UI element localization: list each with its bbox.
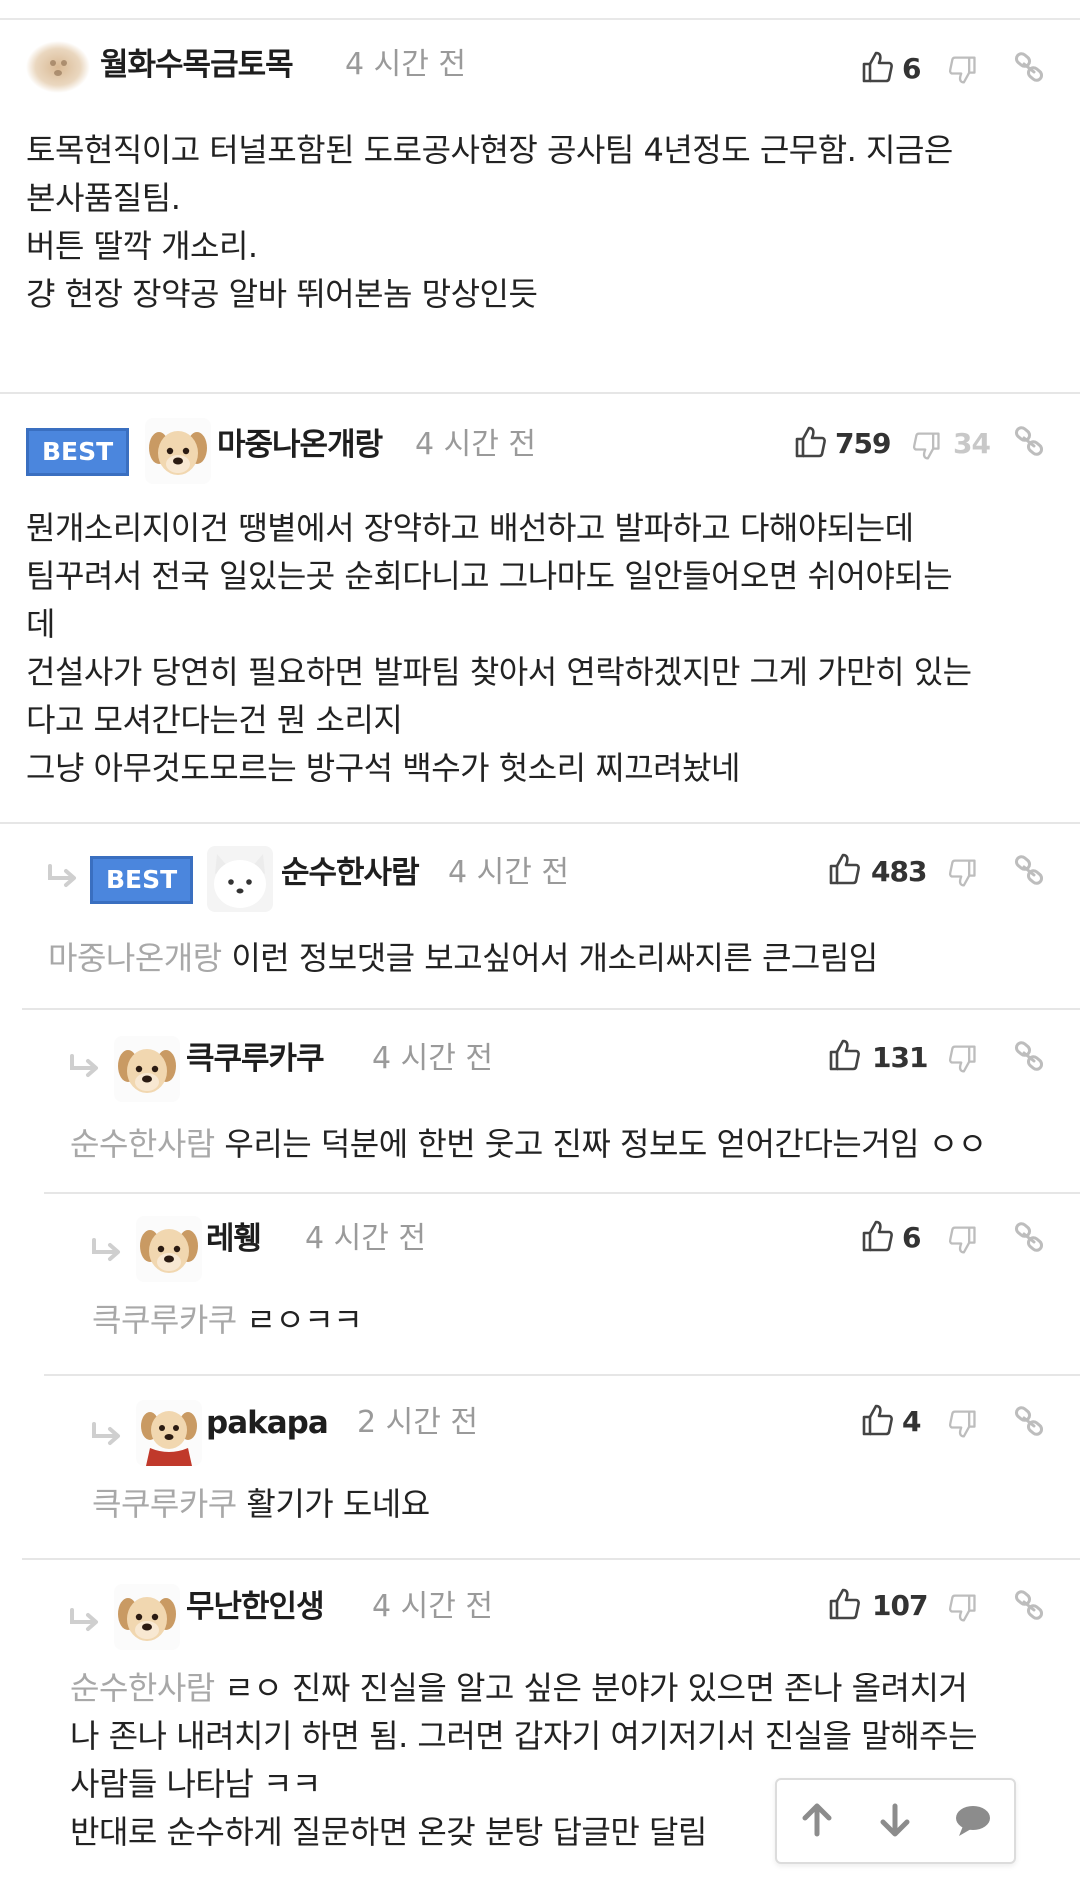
reply-arrow-icon bbox=[90, 1238, 122, 1264]
comment-author[interactable]: 마중나온개랑 bbox=[217, 420, 383, 470]
comment-time: 4 시간 전 bbox=[372, 1041, 493, 1076]
comment-author[interactable]: 순수한사람 bbox=[281, 848, 420, 898]
comment-author[interactable]: 레휑 bbox=[206, 1214, 262, 1264]
upvote-count: 759 bbox=[835, 427, 891, 460]
reply-arrow-icon bbox=[68, 1608, 100, 1634]
comment-author[interactable]: 월화수목금토목 bbox=[100, 40, 294, 90]
avatar[interactable] bbox=[26, 36, 90, 98]
comment-reply: BEST 순수한사람 4 시간 전 483 마중나온개랑 이런 정보댓글 보고싶… bbox=[0, 822, 1080, 1010]
comment-line: 다고 모셔간다는건 뭔 소리지 bbox=[26, 701, 403, 739]
comment-line: 데 bbox=[26, 605, 55, 643]
upvote-count: 107 bbox=[872, 1589, 928, 1622]
avatar[interactable] bbox=[207, 846, 273, 912]
link-icon[interactable] bbox=[1013, 1589, 1045, 1621]
thumbs-down-icon[interactable] bbox=[948, 1044, 978, 1074]
comment-author[interactable]: pakapa bbox=[206, 1398, 329, 1448]
mention[interactable]: 큭쿠루카쿠 bbox=[92, 1301, 237, 1339]
chat-icon[interactable] bbox=[953, 1800, 993, 1840]
mention[interactable]: 순수한사람 bbox=[70, 1669, 215, 1707]
avatar[interactable] bbox=[114, 1036, 180, 1102]
comment-time: 4 시간 전 bbox=[415, 427, 536, 462]
scroll-up-icon[interactable] bbox=[797, 1800, 837, 1840]
upvote-count: 483 bbox=[871, 855, 927, 888]
comment-reply: pakapa 2 시간 전 4 큭쿠루카쿠 활기가 도네요 bbox=[44, 1374, 1080, 1560]
comment-line: 우리는 덕분에 한번 웃고 진짜 정보도 얻어간다는거임 ㅇㅇ bbox=[224, 1125, 987, 1163]
comment-list: 월화수목금토목 4 시간 전 6 토목현직이고 터널포함된 도로공사현장 공사팀… bbox=[0, 0, 1080, 1881]
upvote-count: 6 bbox=[902, 52, 922, 85]
comment-item: BEST 마중나온개랑 4 시간 전 759 34 뭔개소리지이건 땡볕에서 장… bbox=[0, 392, 1080, 824]
thumbs-up-icon[interactable] bbox=[860, 50, 894, 84]
link-icon[interactable] bbox=[1013, 425, 1045, 457]
comment-line: 나 존나 내려치기 하면 됨. 그러면 갑자기 여기저기서 진실을 말해주는 bbox=[70, 1717, 978, 1755]
thumbs-down-icon[interactable] bbox=[948, 1593, 978, 1623]
thumbs-down-icon[interactable] bbox=[948, 1225, 978, 1255]
avatar[interactable] bbox=[136, 1216, 202, 1282]
thumbs-down-icon[interactable] bbox=[948, 55, 978, 85]
link-icon[interactable] bbox=[1013, 51, 1045, 83]
thumbs-down-icon[interactable] bbox=[948, 858, 978, 888]
comment-reply: 레휑 4 시간 전 6 큭쿠루카쿠 ㄹㅇㅋㅋ bbox=[44, 1192, 1080, 1376]
upvote-count: 4 bbox=[902, 1405, 922, 1438]
best-badge: BEST bbox=[26, 428, 130, 476]
comment-line: 토목현직이고 터널포함된 도로공사현장 공사팀 4년정도 근무함. 지금은 bbox=[26, 131, 953, 169]
thumbs-up-icon[interactable] bbox=[793, 425, 827, 459]
comment-body: 토목현직이고 터널포함된 도로공사현장 공사팀 4년정도 근무함. 지금은 본사… bbox=[26, 126, 1056, 318]
comment-time: 4 시간 전 bbox=[345, 47, 466, 82]
link-icon[interactable] bbox=[1013, 854, 1045, 886]
comment-time: 4 시간 전 bbox=[305, 1221, 426, 1256]
upvote-count: 6 bbox=[902, 1221, 922, 1254]
comment-body: 뭔개소리지이건 땡볕에서 장약하고 배선하고 발파하고 다해야되는데 팀꾸려서 … bbox=[26, 504, 1066, 792]
comment-author[interactable]: 큭쿠루카쿠 bbox=[186, 1034, 325, 1084]
comment-body: 큭쿠루카쿠 활기가 도네요 bbox=[92, 1480, 1052, 1528]
link-icon[interactable] bbox=[1013, 1405, 1045, 1437]
avatar[interactable] bbox=[136, 1400, 202, 1466]
comment-time: 4 시간 전 bbox=[372, 1589, 493, 1624]
link-icon[interactable] bbox=[1013, 1040, 1045, 1072]
comment-line: 이런 정보댓글 보고싶어서 개소리싸지른 큰그림임 bbox=[231, 939, 878, 977]
thumbs-up-icon[interactable] bbox=[827, 852, 861, 886]
comment-line: ㄹㅇㅋㅋ bbox=[246, 1301, 363, 1339]
comment-body: 큭쿠루카쿠 ㄹㅇㅋㅋ bbox=[92, 1296, 1052, 1344]
scroll-down-icon[interactable] bbox=[875, 1800, 915, 1840]
thumbs-down-icon[interactable] bbox=[948, 1409, 978, 1439]
thumbs-up-icon[interactable] bbox=[827, 1587, 861, 1621]
comment-author[interactable]: 무난한인생 bbox=[186, 1582, 325, 1632]
mention[interactable]: 큭쿠루카쿠 bbox=[92, 1485, 237, 1523]
floating-nav bbox=[775, 1778, 1016, 1864]
comment-time: 2 시간 전 bbox=[357, 1405, 478, 1440]
comment-time: 4 시간 전 bbox=[448, 855, 569, 890]
comment-line: 본사품질팀. bbox=[26, 179, 181, 217]
avatar[interactable] bbox=[114, 1584, 180, 1650]
mention[interactable]: 순수한사람 bbox=[70, 1125, 215, 1163]
thumbs-up-icon[interactable] bbox=[860, 1219, 894, 1253]
comment-reply: 큭쿠루카쿠 4 시간 전 131 순수한사람 우리는 덕분에 한번 웃고 진짜 … bbox=[22, 1008, 1080, 1194]
upvote-count: 131 bbox=[872, 1041, 928, 1074]
comment-line: 그냥 아무것도모르는 방구석 백수가 헛소리 찌끄려놨네 bbox=[26, 749, 740, 787]
thumbs-down-icon[interactable] bbox=[912, 431, 942, 461]
thumbs-up-icon[interactable] bbox=[860, 1403, 894, 1437]
comment-line: 팀꾸려서 전국 일있는곳 순회다니고 그나마도 일안들어오면 쉬어야되는 bbox=[26, 557, 953, 595]
comment-line: 버튼 딸깍 개소리. bbox=[26, 227, 258, 265]
avatar[interactable] bbox=[145, 418, 211, 484]
reply-arrow-icon bbox=[68, 1054, 100, 1080]
comment-body: 마중나온개랑 이런 정보댓글 보고싶어서 개소리싸지른 큰그림임 bbox=[48, 934, 1048, 982]
comment-line: 활기가 도네요 bbox=[246, 1485, 430, 1523]
comment-line: ㄹㅇ 진짜 진실을 알고 싶은 분야가 있으면 존나 올려치거 bbox=[224, 1669, 968, 1707]
reply-arrow-icon bbox=[90, 1422, 122, 1448]
best-badge: BEST bbox=[90, 856, 194, 904]
comment-line: 뭔개소리지이건 땡볕에서 장약하고 배선하고 발파하고 다해야되는데 bbox=[26, 509, 914, 547]
thumbs-up-icon[interactable] bbox=[827, 1038, 861, 1072]
comment-line: 걍 현장 장약공 알바 뛰어본놈 망상인듯 bbox=[26, 275, 538, 313]
comment-line: 건설사가 당연히 필요하면 발파팀 찾아서 연락하겠지만 그게 가만히 있는 bbox=[26, 653, 972, 691]
link-icon[interactable] bbox=[1013, 1221, 1045, 1253]
comment-body: 순수한사람 우리는 덕분에 한번 웃고 진짜 정보도 얻어간다는거임 ㅇㅇ bbox=[70, 1120, 1070, 1168]
comment-item: 월화수목금토목 4 시간 전 6 토목현직이고 터널포함된 도로공사현장 공사팀… bbox=[0, 18, 1080, 390]
mention[interactable]: 마중나온개랑 bbox=[48, 939, 222, 977]
downvote-count: 34 bbox=[953, 427, 991, 460]
reply-arrow-icon bbox=[46, 864, 78, 890]
